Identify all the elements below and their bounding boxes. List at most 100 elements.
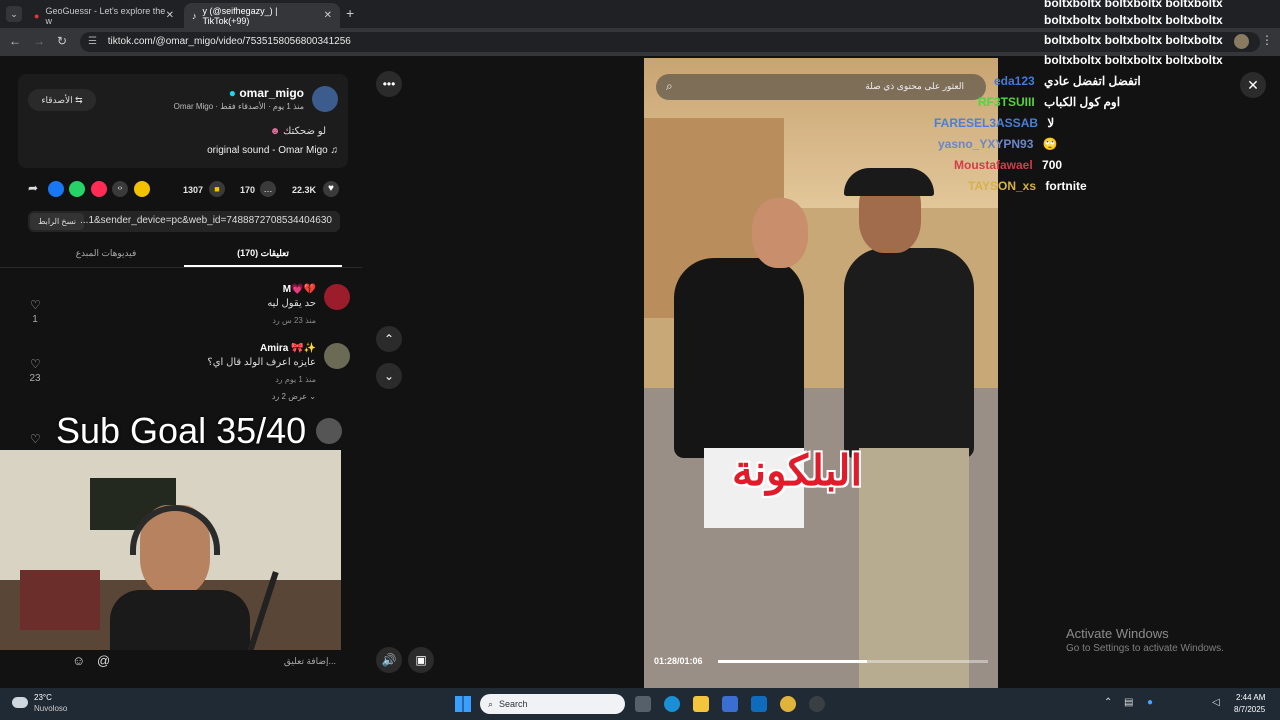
reload-icon[interactable]: ↻ <box>57 34 67 48</box>
tray-chevron-icon[interactable]: ⌃ <box>1104 697 1112 708</box>
more-options-button[interactable]: ••• <box>376 71 402 97</box>
tray-volume-icon[interactable]: ◁ <box>1212 697 1220 708</box>
volume-button[interactable]: 🔊 <box>376 647 402 673</box>
like-icon[interactable]: ♥ <box>323 181 339 197</box>
activate-windows-title: Activate Windows <box>1066 626 1169 641</box>
edge-icon[interactable] <box>664 696 680 712</box>
tab-comments[interactable]: (170) تعليقات <box>184 248 342 259</box>
new-tab-button[interactable]: + <box>346 5 354 21</box>
tray-mic-icon[interactable]: ● <box>1147 697 1153 708</box>
comment-like-icon[interactable]: ♡ <box>30 357 41 371</box>
copy-link-button[interactable]: نسخ الرابط <box>30 213 84 230</box>
menu-icon[interactable]: ⋮ <box>1261 33 1273 47</box>
send-icon[interactable] <box>91 181 107 197</box>
chat-message: FARESEL3ASSAB لا <box>934 116 1054 130</box>
tray-network-icon[interactable]: ▤ <box>1124 697 1133 708</box>
taskbar-search[interactable]: ⌕ Search <box>480 694 625 714</box>
author-avatar[interactable] <box>312 86 338 112</box>
chat-user: RF3TSUIII <box>978 95 1035 109</box>
video-player[interactable]: ⌕ العثور على محتوى ذي صلة البلكونة 01:28… <box>644 58 998 688</box>
map-pin-icon: ● <box>34 10 40 21</box>
clock-date[interactable]: 8/7/2025 <box>1234 705 1265 714</box>
file-explorer-icon[interactable] <box>693 696 709 712</box>
store-icon[interactable] <box>722 696 738 712</box>
weather-widget[interactable]: 23°C Nuvoloso <box>10 693 100 715</box>
video-person-right-pants <box>859 448 969 688</box>
mention-icon[interactable]: @ <box>97 653 110 668</box>
activate-windows-subtitle: Go to Settings to activate Windows. <box>1066 643 1224 654</box>
outlook-icon[interactable] <box>751 696 767 712</box>
post-meta: Omar Migo · منذ 1 يوم · الأصدقاء فقط <box>173 102 304 111</box>
video-time: 01:28/01:06 <box>654 656 703 666</box>
like-count: 22.3K <box>292 185 317 195</box>
next-video-button[interactable]: ⌄ <box>376 363 402 389</box>
webcam-person-body <box>110 590 250 653</box>
video-search-bar[interactable]: ⌕ العثور على محتوى ذي صلة <box>656 74 986 100</box>
facebook-icon[interactable] <box>48 181 64 197</box>
bookmark-icon[interactable]: ■ <box>209 181 225 197</box>
commenter-avatar[interactable] <box>324 343 350 369</box>
music-note-icon: ♫ <box>330 145 339 156</box>
cloud-icon <box>12 697 28 708</box>
close-tab-icon[interactable]: ✕ <box>166 10 174 21</box>
tab-tiktok[interactable]: ♪ y (@seifhegazy_) | TikTok(+99) ✕ <box>184 3 340 28</box>
search-icon: ⌕ <box>666 79 673 93</box>
profile-avatar[interactable] <box>1234 34 1249 49</box>
comment-like-icon[interactable]: ♡ <box>30 432 41 446</box>
chat-message: yasno_YXYPN93 🙄 <box>938 137 1058 151</box>
chat-spam-line: boltxboltx boltxboltx boltxboltx <box>1044 53 1223 67</box>
tab-search-button[interactable]: ⌄ <box>6 6 22 22</box>
commenter-name[interactable]: M💗💔 <box>283 284 316 295</box>
comment-like-count: 23 <box>29 373 41 384</box>
sound-link[interactable]: original sound - Omar Migo ♫ <box>207 145 338 156</box>
emoji-icon[interactable]: ☺ <box>72 653 85 668</box>
comment-meta[interactable]: منذ 23 س رد <box>272 316 316 325</box>
chat-user: FARESEL3ASSAB <box>934 116 1039 130</box>
chevron-down-icon: ⌄ <box>309 392 316 401</box>
commenter-avatar[interactable] <box>316 418 342 444</box>
comment-meta[interactable]: منذ 1 يوم رد <box>275 375 316 384</box>
comment-like-icon[interactable]: ♡ <box>30 298 41 312</box>
comment-icon[interactable]: … <box>260 181 276 197</box>
close-tab-icon[interactable]: ✕ <box>324 10 332 21</box>
chat-user: TAYSON_xs <box>968 179 1037 193</box>
tab-creator-videos[interactable]: فيديوهات المبدع <box>28 248 184 259</box>
bookmark-count: 1307 <box>183 185 204 195</box>
chrome-icon[interactable] <box>780 696 796 712</box>
comment-count: 170 <box>240 185 256 195</box>
whatsapp-icon[interactable] <box>69 181 85 197</box>
commenter-name[interactable]: Amira 🎀✨ <box>260 343 316 354</box>
picture-in-picture-button[interactable]: ▣ <box>408 647 434 673</box>
comment-like-count: 1 <box>32 314 38 325</box>
tab-divider <box>0 267 362 268</box>
friends-button[interactable]: الأصدقاء ⇆ <box>28 89 96 111</box>
chat-user: Moustafawael <box>954 158 1033 172</box>
close-icon[interactable]: ✕ <box>1240 72 1266 98</box>
task-view-icon[interactable] <box>635 696 651 712</box>
chat-text: اتفضل اتفضل عادي <box>1044 74 1141 88</box>
chat-message: TAYSON_xs fortnite <box>968 179 1087 193</box>
tab-geoguessr[interactable]: ● GeoGuessr - Let's explore the w ✕ <box>26 3 182 28</box>
chat-spam-line: boltxboltx boltxboltx boltxboltx <box>1044 0 1223 10</box>
clock-time[interactable]: 2:44 AM <box>1236 693 1265 702</box>
obs-icon[interactable] <box>809 696 825 712</box>
share-link-text: ...1&sender_device=pc&web_id=74888727085… <box>80 215 332 226</box>
video-person-right-cap <box>844 168 934 196</box>
author-username[interactable]: ● omar_migo <box>229 86 304 100</box>
video-progress-track[interactable] <box>718 660 988 663</box>
video-person-left-head <box>752 198 808 268</box>
share-icon[interactable]: ➦ <box>28 181 38 195</box>
chat-spam-line: boltxboltx boltxboltx boltxboltx <box>1044 33 1223 47</box>
commenter-avatar[interactable] <box>324 284 350 310</box>
previous-video-button[interactable]: ⌃ <box>376 326 402 352</box>
more-share-icon[interactable] <box>134 181 150 197</box>
embed-icon[interactable]: ‹› <box>112 181 128 197</box>
video-caption-text: البلكونة <box>732 447 863 494</box>
forward-icon[interactable]: → <box>33 34 45 48</box>
back-icon[interactable]: ← <box>9 34 21 48</box>
view-replies-link[interactable]: عرض 2 رد ⌄ <box>272 392 316 401</box>
comment-input[interactable]: إضافة تعليق... <box>284 656 336 667</box>
comment-input-bar: ☺ @ إضافة تعليق... <box>0 650 362 676</box>
chat-text: 700 <box>1042 158 1063 172</box>
windows-start-icon[interactable] <box>455 696 471 712</box>
